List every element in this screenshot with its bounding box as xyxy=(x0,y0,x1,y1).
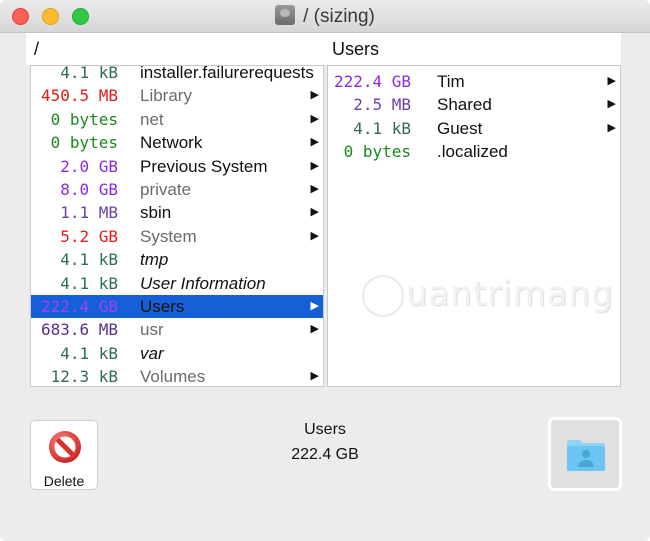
item-name: Shared xyxy=(437,95,492,115)
left-list-row[interactable]: 4.1 kB var xyxy=(31,342,323,365)
right-list-row[interactable]: 2.5 MB Shared ▶ xyxy=(328,93,620,116)
item-size: 5.2 GB xyxy=(60,226,118,246)
left-list-row[interactable]: 222.4 GB Users ▶ xyxy=(31,294,323,319)
item-size: 0 bytes xyxy=(343,142,411,162)
item-name: Library xyxy=(140,86,192,106)
left-list-row[interactable]: 4.1 kB tmp xyxy=(31,248,323,271)
item-name: System xyxy=(140,226,197,246)
disclosure-arrow-icon[interactable]: ▶ xyxy=(311,318,319,341)
left-list-row[interactable]: 2.0 GB Previous System ▶ xyxy=(31,155,323,178)
item-size: 0 bytes xyxy=(50,133,118,153)
item-size: 0 bytes xyxy=(50,109,118,129)
left-list-row[interactable]: 5.2 GB System ▶ xyxy=(31,225,323,248)
item-name: .localized xyxy=(437,142,508,162)
item-name: installer.failurerequests xyxy=(140,65,314,82)
column-header-strip: / Users xyxy=(26,33,621,65)
item-size: 4.1 kB xyxy=(60,343,118,363)
right-file-list[interactable]: 222.4 GB Tim ▶ 2.5 MB Shared ▶ 4.1 kB Guest ▶ 0 b… xyxy=(327,65,621,387)
delete-label: Delete xyxy=(43,473,85,489)
reveal-in-finder-button[interactable] xyxy=(548,417,622,491)
left-column-title: / xyxy=(34,39,40,59)
item-size: 4.1 kB xyxy=(353,118,411,138)
item-name: User Information xyxy=(140,273,266,293)
item-name: Network xyxy=(140,133,203,153)
item-name: sbin xyxy=(140,203,172,223)
item-size: 1.1 MB xyxy=(60,203,118,223)
item-size: 4.1 kB xyxy=(60,65,118,82)
left-list-row[interactable]: 683.6 MB usr ▶ xyxy=(31,318,323,341)
item-size: 450.5 MB xyxy=(40,86,118,106)
left-list-row[interactable]: 450.5 MB Library ▶ xyxy=(31,84,323,107)
disclosure-arrow-icon[interactable]: ▶ xyxy=(311,201,319,224)
watermark-logo-icon xyxy=(362,274,404,317)
item-size: 2.5 MB xyxy=(353,95,411,115)
disclosure-arrow-icon[interactable]: ▶ xyxy=(311,295,319,318)
item-name: tmp xyxy=(140,250,169,270)
item-size: 222.4 GB xyxy=(333,72,411,91)
item-size: 4.1 kB xyxy=(60,250,118,270)
item-name: Tim xyxy=(437,72,465,91)
delete-button[interactable]: Delete xyxy=(30,420,98,490)
window-title: / (sizing) xyxy=(303,6,375,27)
left-list-row[interactable]: 4.1 kB installer.failurerequests xyxy=(31,65,323,84)
selected-item-name: Users xyxy=(304,421,346,438)
item-size: 8.0 GB xyxy=(60,179,118,199)
watermark-text: uantrimang xyxy=(406,274,614,314)
item-name: Previous System xyxy=(140,156,268,176)
item-name: var xyxy=(140,343,164,363)
left-list-row[interactable]: 12.3 kB Volumes ▶ xyxy=(31,365,323,387)
item-size: 683.6 MB xyxy=(40,320,118,340)
item-name: Volumes xyxy=(140,367,206,387)
user-folder-icon xyxy=(567,440,605,471)
app-window: / (sizing) / Users 4.1 kB installer.failu… xyxy=(0,0,650,541)
left-file-list[interactable]: 4.1 kB installer.failurerequests 450.5 MB L… xyxy=(30,65,324,387)
selected-item-size: 222.4 GB xyxy=(291,446,359,463)
watermark: uantrimang xyxy=(362,274,614,317)
item-name: Guest xyxy=(437,118,483,138)
item-size: 4.1 kB xyxy=(60,273,118,293)
left-list-row[interactable]: 8.0 GB private ▶ xyxy=(31,178,323,201)
disclosure-arrow-icon[interactable]: ▶ xyxy=(311,155,319,178)
item-name: net xyxy=(140,109,164,129)
disclosure-arrow-icon[interactable]: ▶ xyxy=(608,93,616,116)
left-list-row[interactable]: 0 bytes Network ▶ xyxy=(31,131,323,154)
disclosure-arrow-icon[interactable]: ▶ xyxy=(311,225,319,248)
item-size: 222.4 GB xyxy=(40,296,118,316)
disclosure-arrow-icon[interactable]: ▶ xyxy=(608,70,616,93)
right-column-title: Users xyxy=(332,39,380,59)
disclosure-arrow-icon[interactable]: ▶ xyxy=(311,365,319,386)
disclosure-arrow-icon[interactable]: ▶ xyxy=(608,117,616,140)
title-bar: / (sizing) xyxy=(0,0,650,33)
hard-disk-icon xyxy=(275,5,296,25)
left-list-row[interactable]: 4.1 kB User Information xyxy=(31,272,323,295)
item-size: 2.0 GB xyxy=(60,156,118,176)
item-size: 12.3 kB xyxy=(50,367,118,387)
prohibited-icon xyxy=(49,431,81,463)
disclosure-arrow-icon[interactable]: ▶ xyxy=(311,108,319,131)
item-name: private xyxy=(140,179,192,199)
left-list-row[interactable]: 0 bytes net ▶ xyxy=(31,108,323,131)
right-list-row[interactable]: 4.1 kB Guest ▶ xyxy=(328,117,620,140)
right-list-row[interactable]: 0 bytes .localized xyxy=(328,140,620,163)
right-list-row[interactable]: 222.4 GB Tim ▶ xyxy=(328,70,620,93)
item-name: Users xyxy=(140,296,185,316)
disclosure-arrow-icon[interactable]: ▶ xyxy=(311,178,319,201)
disclosure-arrow-icon[interactable]: ▶ xyxy=(311,131,319,154)
item-name: usr xyxy=(140,320,164,340)
disclosure-arrow-icon[interactable]: ▶ xyxy=(311,84,319,107)
window-title-group: / (sizing) xyxy=(0,5,650,28)
left-list-row[interactable]: 1.1 MB sbin ▶ xyxy=(31,201,323,224)
